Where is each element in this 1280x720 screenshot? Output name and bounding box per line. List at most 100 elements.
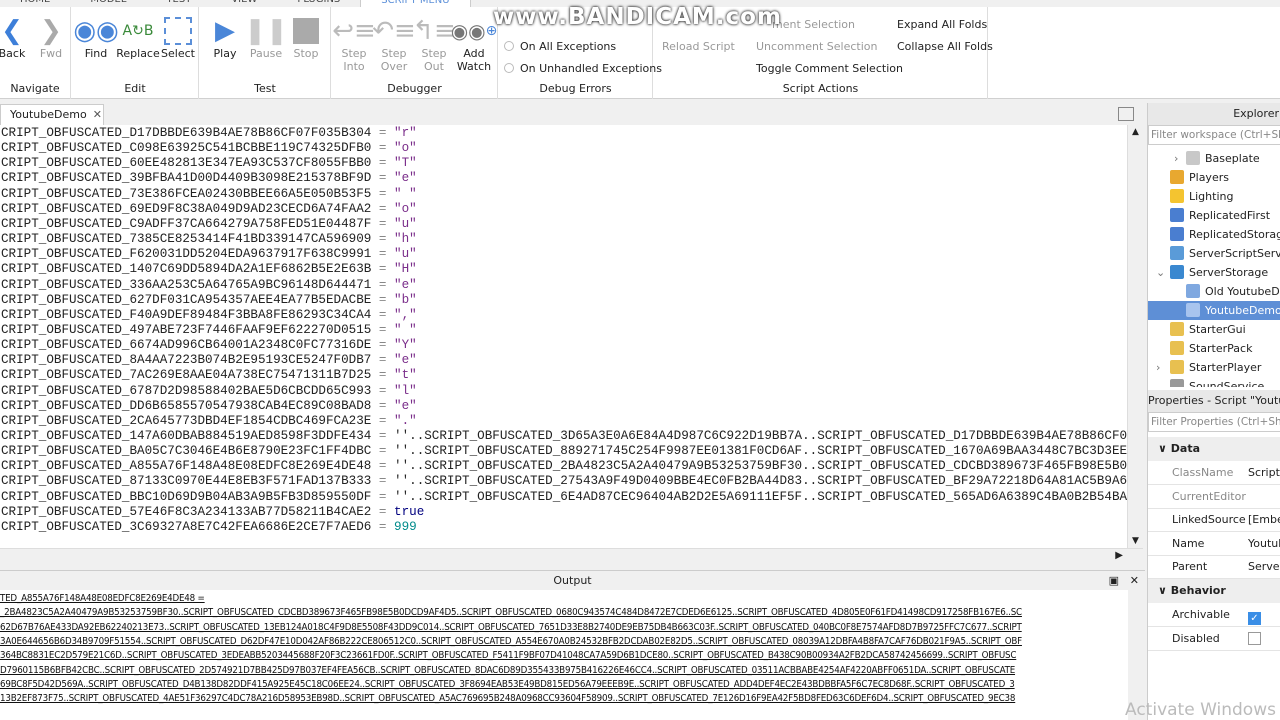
explorer-item[interactable]: StarterGui [1148,320,1280,339]
vertical-scrollbar[interactable]: ▲ ▼ [1127,125,1143,548]
code-line: CRIPT_OBFUSCATED_147A60DBAB884519AED8598… [1,429,1127,444]
comment-selection-button[interactable]: ment Selection [772,18,855,31]
forward-button[interactable]: ❯ Fwd [29,15,73,60]
scroll-up-icon[interactable]: ▲ [1128,127,1143,137]
toggle-comment-button[interactable]: Toggle Comment Selection [756,62,903,75]
label: Back [0,47,26,60]
label: Stop [293,47,319,60]
property-value[interactable]: YoutubeDemo [1248,532,1280,556]
operator: = [371,247,395,262]
code-line: CRIPT_OBFUSCATED_57E46F8C3A234133AB77D58… [1,505,424,520]
tab-view[interactable]: VIEW [211,0,277,7]
value: ''..SCRIPT_OBFUSCATED_27543A9F49D0409BBE… [394,474,1127,489]
expand-icon[interactable]: › [1156,358,1160,377]
code-line: CRIPT_OBFUSCATED_8A4AA7223B074B2E95193CE… [1,353,417,368]
explorer-item[interactable]: StarterPack [1148,339,1280,358]
code-line: CRIPT_OBFUSCATED_39BFBA41D00D4409B3098E2… [1,171,417,186]
property-disabled: Disabled [1148,627,1280,651]
uncomment-selection-button[interactable]: Uncomment Selection [756,40,877,53]
behavior-section[interactable]: ∨ Behavior [1148,579,1280,603]
section-label: Behavior [1170,584,1226,597]
data-section[interactable]: ∨ Data [1148,437,1280,461]
variable-name: CRIPT_OBFUSCATED_BBC10D69D9B04AB3A9B5FB3… [1,489,372,504]
explorer-item[interactable]: › StarterPlayer [1148,358,1280,377]
step-out-button[interactable]: ↰≡ Step Out [412,15,456,73]
value: "." [394,413,417,428]
value: " " [394,322,417,337]
dock-icon[interactable]: ▣ [1109,571,1119,591]
pause-button[interactable]: ❚❚ Pause [244,15,288,60]
item-label: ServerStorage [1189,266,1269,279]
expand-all-folds-button[interactable]: Expand All Folds [897,18,987,31]
close-output-icon[interactable]: ✕ [1130,571,1139,591]
script-editor[interactable]: CRIPT_OBFUSCATED_D17DBBDE639B4AE78B86CF0… [0,125,1127,548]
code-line: CRIPT_OBFUSCATED_497ABE723F7446FAAF9EF62… [1,323,417,338]
explorer-item[interactable]: SoundService [1148,377,1280,387]
explorer-item[interactable]: Players [1148,168,1280,187]
property-key: Parent [1172,560,1208,574]
value: true [394,504,425,519]
window-icon[interactable] [1118,107,1134,121]
variable-name: CRIPT_OBFUSCATED_147A60DBAB884519AED8598… [1,429,372,443]
activate-windows-watermark: Activate Windows [1125,700,1276,720]
tab-script-menu[interactable]: SCRIPT MENU [360,0,471,7]
value: 999 [394,519,417,534]
reload-script-button[interactable]: Reload Script [662,40,735,53]
variable-name: CRIPT_OBFUSCATED_336AA253C5A64765A9BC961… [1,277,372,292]
scroll-right-icon[interactable]: ▶ [1115,550,1123,561]
property-value[interactable]: [Embedded] [1248,508,1280,532]
variable-name: CRIPT_OBFUSCATED_39BFBA41D00D4409B3098E2… [1,171,372,186]
explorer-item[interactable]: Old YoutubeDemo [1148,282,1280,301]
step-into-button[interactable]: ↩≡ Step Into [332,15,376,73]
value: ''..SCRIPT_OBFUSCATED_2BA4823C5A2A40479A… [394,459,1127,474]
on-all-exceptions-radio[interactable]: On All Exceptions [504,40,616,53]
properties-filter-input[interactable]: Filter Properties (Ctrl+Shift+P) [1148,412,1280,432]
expand-icon[interactable]: ⌄ [1156,263,1165,282]
explorer-item[interactable]: Lighting [1148,187,1280,206]
step-over-button[interactable]: ↶≡ Step Over [372,15,416,73]
right-panels: Explorer Filter workspace (Ctrl+Shift+X)… [1147,103,1280,720]
play-button[interactable]: ▶ Play [203,15,247,60]
variable-name: CRIPT_OBFUSCATED_8A4AA7223B074B2E95193CE… [1,353,372,368]
horizontal-scrollbar[interactable]: ▶ [0,548,1143,564]
tab-home[interactable]: HOME [0,0,70,7]
tab-plugins[interactable]: PLUGINS [277,0,360,7]
replace-button[interactable]: A↻B Replace [115,15,161,60]
operator: = [371,444,395,459]
add-watch-button[interactable]: ◉◉ ⊕ Add Watch [451,15,498,73]
operator: = [371,429,395,443]
tab-youtubedemo[interactable]: YoutubeDemo ✕ [0,104,104,125]
tab-model[interactable]: MODEL [70,0,146,7]
collapse-all-folds-button[interactable]: Collapse All Folds [897,40,993,53]
find-button[interactable]: ◉◉ Find [73,15,118,60]
value: "b" [394,292,417,307]
explorer-item[interactable]: › Baseplate [1148,149,1280,168]
explorer-item[interactable]: YoutubeDemo [1148,301,1280,320]
stop-button[interactable]: Stop [284,15,328,60]
expand-icon[interactable]: › [1174,149,1178,168]
scroll-down-icon[interactable]: ▼ [1128,536,1143,546]
explorer-item[interactable]: ReplicatedFirst [1148,206,1280,225]
step-over-icon: ↶≡ [372,16,416,46]
archivable-checkbox[interactable]: ✓ [1248,612,1261,625]
on-unhandled-exceptions-radio[interactable]: On Unhandled Exceptions [504,62,662,75]
output-header: Output ▣ ✕ [0,570,1145,590]
tab-label: YoutubeDemo [10,108,87,121]
property-key: Archivable [1172,608,1230,621]
code-line: CRIPT_OBFUSCATED_2CA645773DBD4EF1854CDBC… [1,414,417,429]
item-label: StarterPack [1189,342,1253,355]
property-value[interactable]: Script [1248,461,1280,485]
replicated-icon [1170,208,1184,222]
explorer-filter-input[interactable]: Filter workspace (Ctrl+Shift+X) [1148,125,1280,145]
property-value[interactable]: ServerStorage [1248,555,1280,579]
output-line: 69BC8F5D42D569A..SCRIPT_OBFUSCATED_D4B13… [0,678,1015,690]
explorer-item[interactable]: ⌄ ServerStorage [1148,263,1280,282]
select-button[interactable]: Select [156,15,200,60]
close-icon[interactable]: ✕ [93,108,102,121]
disabled-checkbox[interactable] [1248,632,1261,645]
explorer-item[interactable]: ReplicatedStorage [1148,225,1280,244]
tab-test[interactable]: TEST [146,0,211,7]
properties-header: Properties - Script "YoutubeDemo" [1148,390,1280,412]
explorer-item[interactable]: ServerScriptService [1148,244,1280,263]
label: Fwd [39,47,63,60]
